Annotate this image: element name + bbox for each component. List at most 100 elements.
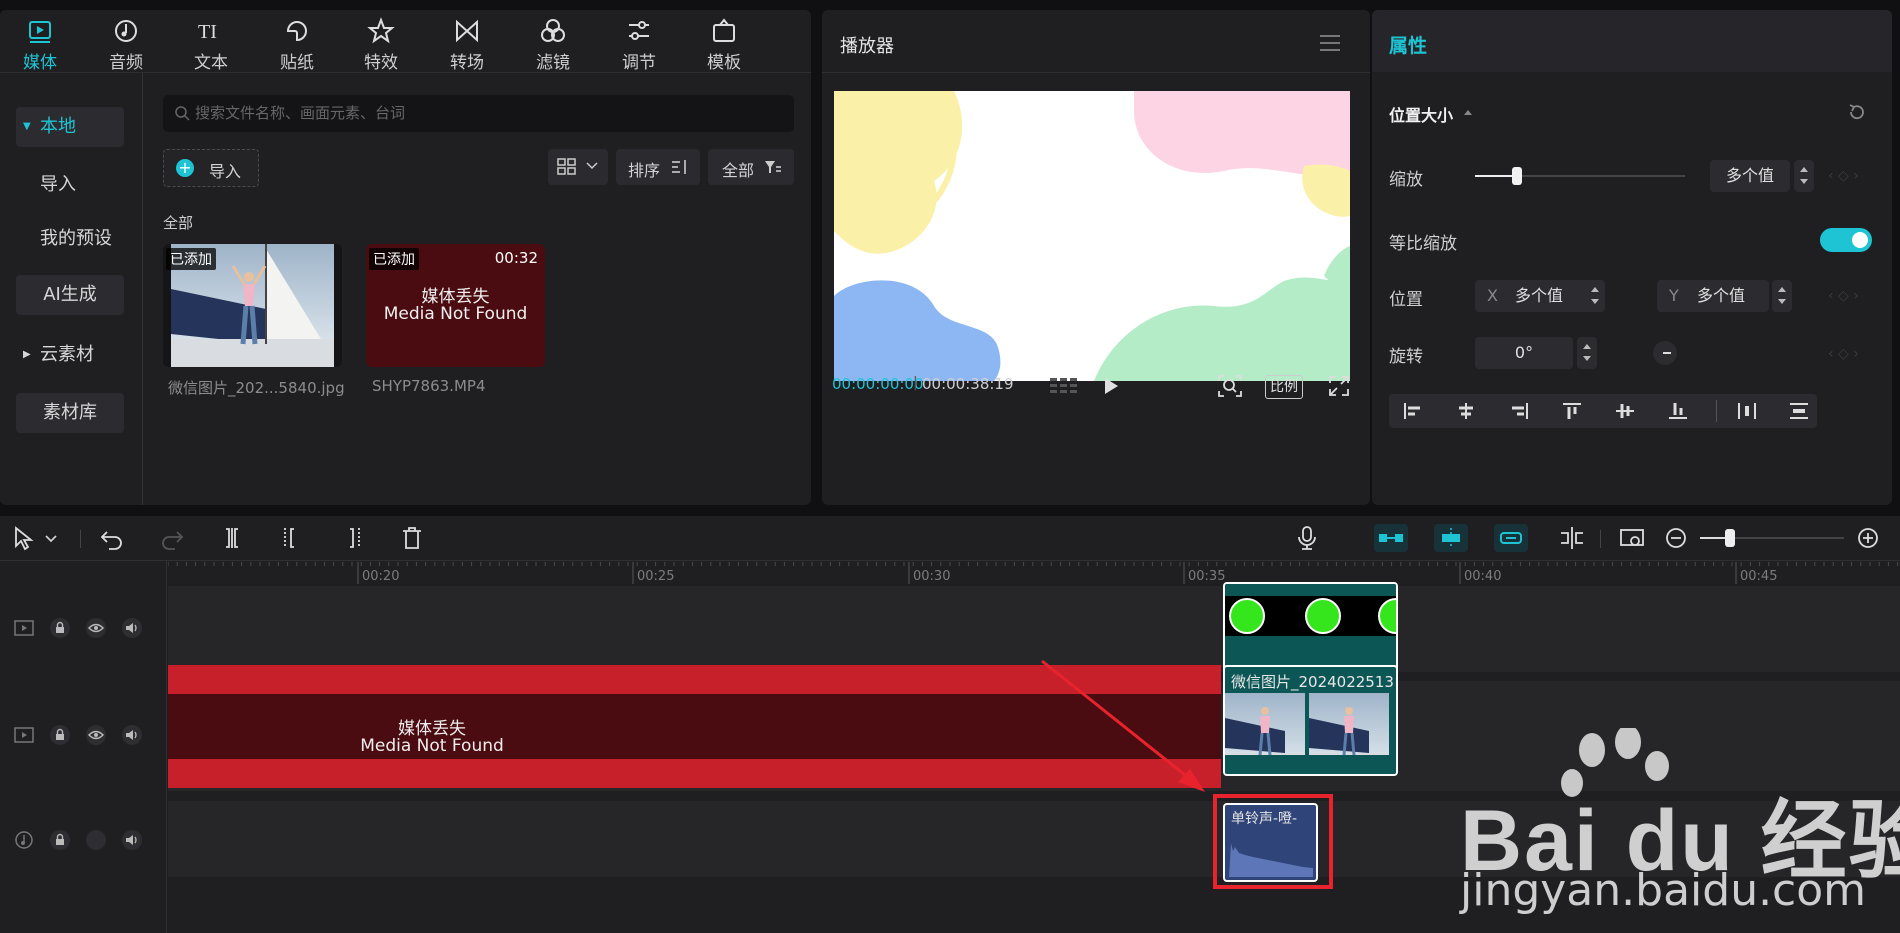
caret-up-icon[interactable] (1463, 109, 1473, 116)
media-sidebar: ▼ 本地 导入 我的预设 AI生成 ▶ 云素材 素材库 (0, 73, 143, 505)
sidebar-item-ai[interactable]: AI生成 (16, 275, 124, 315)
player-title: 播放器 (840, 36, 894, 57)
tab-template[interactable]: 模板 (689, 10, 759, 73)
preview-axis-icon[interactable] (1558, 524, 1586, 552)
sort-label: 排序 (628, 161, 661, 180)
media-item-photo[interactable]: 已添加 (163, 244, 342, 367)
tab-filter[interactable]: 滤镜 (518, 10, 588, 73)
tab-effects[interactable]: 特效 (346, 10, 416, 73)
sidebar-item-cloud[interactable]: ▶ 云素材 (16, 335, 124, 375)
search-input[interactable]: 搜索文件名称、画面元素、台词 (163, 95, 794, 132)
filter-circles-icon (541, 19, 565, 42)
split-right-icon[interactable] (338, 524, 366, 552)
scale-slider-handle[interactable] (1512, 167, 1522, 185)
zoom-out-icon[interactable] (1662, 524, 1690, 552)
lock-icon[interactable] (50, 830, 70, 850)
x-label: X (1487, 286, 1498, 305)
microphone-icon[interactable] (1293, 524, 1321, 552)
filter-button[interactable]: 全部 (708, 149, 794, 185)
rotation-field[interactable]: 0° (1475, 337, 1573, 369)
main-track-magnet-toggle[interactable] (1374, 524, 1408, 552)
import-button[interactable]: + 导入 (163, 149, 259, 187)
x-stepper[interactable] (1585, 280, 1605, 312)
eye-icon[interactable] (86, 618, 106, 638)
filter-funnel-icon (765, 161, 781, 173)
ruler-label: 00:20 (362, 569, 400, 584)
speaker-icon[interactable] (122, 618, 142, 638)
tab-transition[interactable]: 转场 (432, 10, 502, 73)
sidebar-item-import[interactable]: 导入 (40, 165, 148, 205)
tab-sticker[interactable]: 贴纸 (262, 10, 332, 73)
speaker-icon[interactable] (122, 830, 142, 850)
speaker-icon[interactable] (122, 725, 142, 745)
player-panel: 播放器 00:00:00:00 | 00:00:38:19 比例 (822, 10, 1370, 505)
ruler-label: 00:35 (1188, 569, 1226, 584)
thumbnail-toggle-icon[interactable] (1618, 524, 1646, 552)
uniform-scale-label: 等比缩放 (1389, 234, 1457, 254)
lock-icon[interactable] (50, 725, 70, 745)
linkage-toggle[interactable] (1494, 524, 1528, 552)
view-toggle-button[interactable] (548, 149, 608, 185)
audio-clip[interactable]: 单铃声-噔- (1223, 803, 1318, 882)
align-top-icon[interactable] (1562, 402, 1582, 420)
align-center-h-icon[interactable] (1456, 402, 1476, 420)
fullscreen-icon[interactable] (1328, 375, 1350, 397)
x-value: 多个值 (1515, 286, 1564, 305)
delete-icon[interactable] (398, 524, 426, 552)
position-x-field[interactable]: X 多个值 (1475, 280, 1595, 312)
rotation-stepper[interactable] (1577, 337, 1597, 369)
search-icon (175, 106, 190, 121)
tab-audio[interactable]: 音频 (91, 10, 161, 73)
preview-canvas (834, 91, 1350, 381)
baidu-watermark: Bai du 经验 jingyan.baidu.com (1440, 720, 1900, 920)
tab-adjust[interactable]: 调节 (604, 10, 674, 73)
align-left-icon[interactable] (1403, 402, 1423, 420)
media-tabs-bar: 媒体 音频 TI 文本 贴纸 特效 转场 滤镜 调节 模板 (0, 10, 811, 73)
ratio-button[interactable]: 比例 (1265, 375, 1303, 399)
ruler-label: 00:25 (637, 569, 675, 584)
sidebar-item-local[interactable]: ▼ 本地 (16, 107, 124, 147)
zoom-slider-handle[interactable] (1725, 529, 1735, 547)
tab-media[interactable]: 媒体 (5, 10, 75, 73)
align-bottom-icon[interactable] (1668, 402, 1688, 420)
menu-icon[interactable] (1319, 34, 1341, 52)
position-y-field[interactable]: Y 多个值 (1657, 280, 1769, 312)
image-clip[interactable]: 微信图片_2024022513 (1223, 665, 1398, 776)
rotation-dial[interactable] (1653, 341, 1677, 365)
sidebar-item-library[interactable]: 素材库 (16, 393, 124, 433)
filter-label: 全部 (722, 161, 755, 180)
distribute-h-icon[interactable] (1737, 402, 1757, 420)
zoom-fit-icon[interactable] (1217, 374, 1243, 398)
auto-snap-toggle[interactable] (1434, 524, 1468, 552)
media-item-video[interactable]: 已添加 00:32 媒体丢失 Media Not Found (366, 244, 545, 367)
eye-icon[interactable] (86, 725, 106, 745)
play-icon[interactable] (1102, 376, 1120, 396)
split-left-icon[interactable] (278, 524, 306, 552)
scale-value-field[interactable]: 多个值 (1710, 160, 1790, 192)
scale-stepper[interactable] (1794, 160, 1814, 192)
align-right-icon[interactable] (1509, 402, 1529, 420)
select-cursor-icon[interactable] (10, 524, 38, 552)
lock-icon[interactable] (50, 618, 70, 638)
waveform-icon[interactable] (1049, 376, 1079, 396)
reset-icon[interactable] (1847, 102, 1867, 122)
tab-text[interactable]: TI 文本 (176, 10, 246, 73)
y-stepper[interactable] (1772, 280, 1792, 312)
distribute-v-icon[interactable] (1789, 402, 1809, 420)
chevron-down-icon[interactable] (44, 524, 58, 552)
media-item-filename: 微信图片_202...5840.jpg (168, 379, 345, 397)
overlay-clip[interactable] (1223, 582, 1398, 673)
divider (822, 72, 1370, 73)
redo-icon[interactable] (158, 524, 186, 552)
uniform-scale-toggle[interactable] (1820, 228, 1872, 252)
split-icon[interactable] (218, 524, 246, 552)
plus-icon: + (176, 159, 194, 177)
sort-icon (672, 160, 686, 174)
sort-button[interactable]: 排序 (616, 149, 700, 185)
sidebar-item-presets[interactable]: 我的预设 (40, 219, 150, 259)
timeline-ruler[interactable]: 00:20 00:25 00:30 00:35 00:40 00:45 (168, 560, 1900, 586)
align-center-v-icon[interactable] (1615, 402, 1635, 420)
zoom-in-icon[interactable] (1854, 524, 1882, 552)
grid-view-icon (557, 158, 576, 175)
undo-icon[interactable] (98, 524, 126, 552)
